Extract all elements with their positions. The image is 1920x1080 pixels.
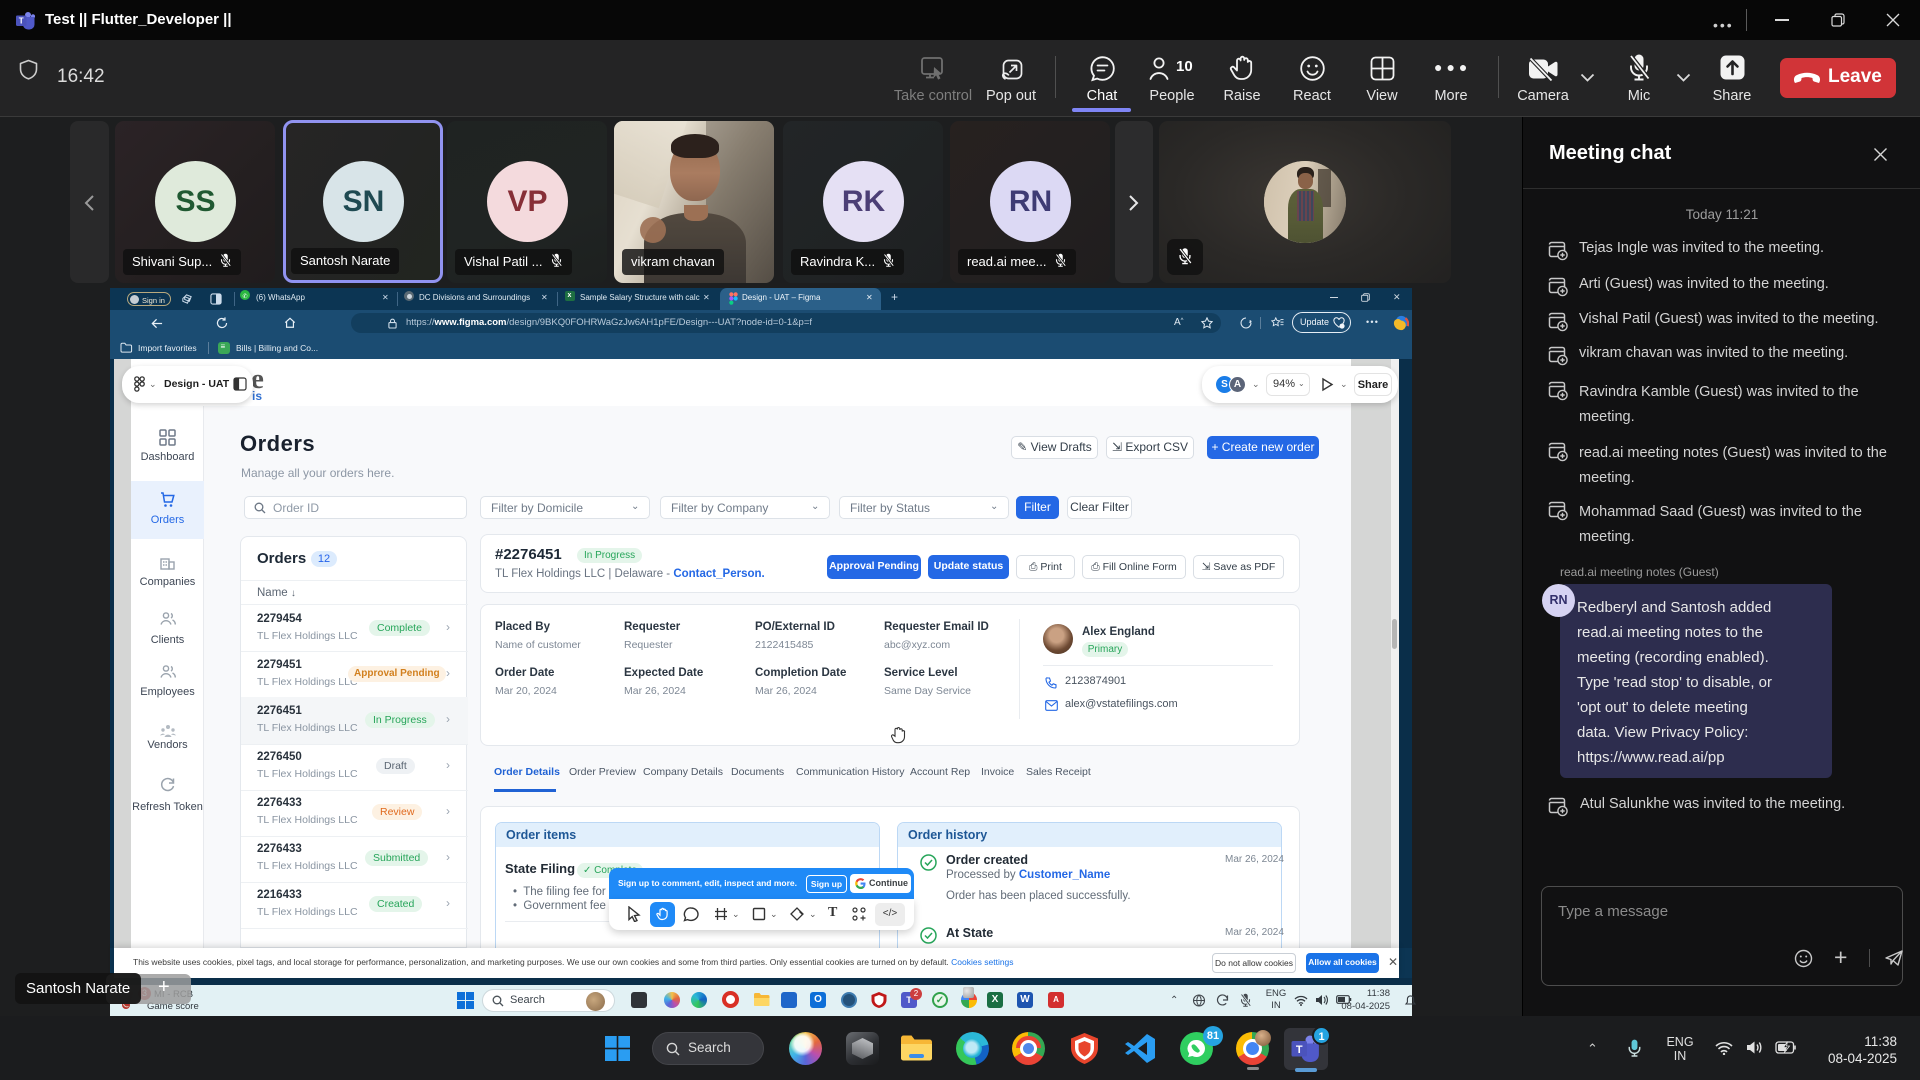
svg-text:T: T [1296, 1044, 1303, 1056]
svg-text:T: T [19, 17, 24, 26]
